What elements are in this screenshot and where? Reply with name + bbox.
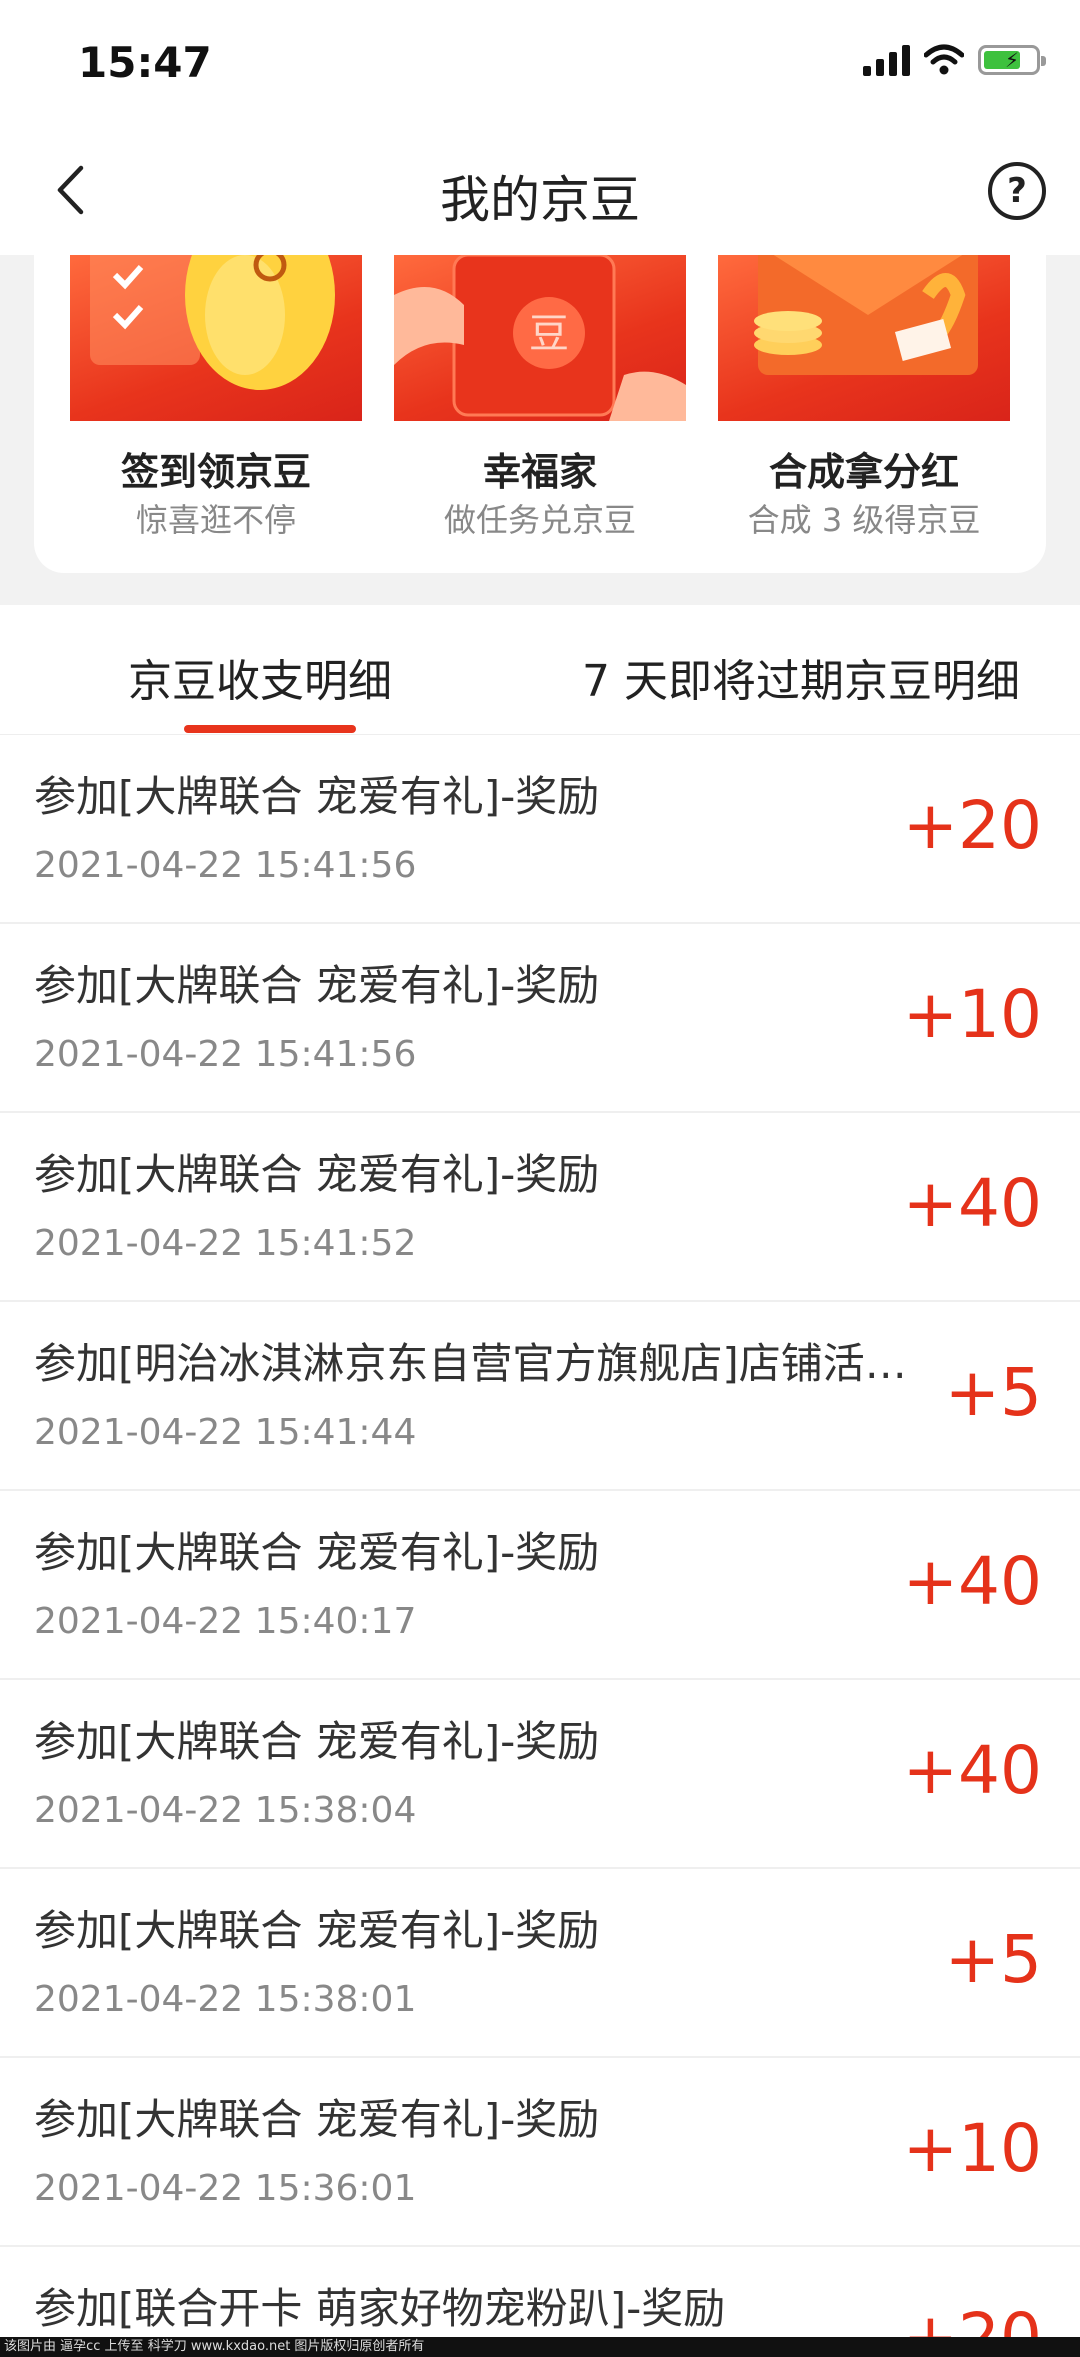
record-title: 参加[联合开卡 萌家好物宠粉趴]-奖励 xyxy=(34,2284,726,2333)
record-amount: +40 xyxy=(902,1165,1042,1242)
detail-tabs: 京豆收支明细 7 天即将过期京豆明细 xyxy=(0,605,1080,735)
record-title: 参加[明治冰淇淋京东自营官方旗舰店]店铺活… xyxy=(34,1339,907,1388)
red-envelope-illustration-icon: 豆 xyxy=(394,255,686,421)
record-amount: +40 xyxy=(902,1543,1042,1620)
record-time: 2021-04-22 15:41:52 xyxy=(34,1223,417,1264)
record-amount: +5 xyxy=(944,1921,1042,1998)
promo-title: 签到领京豆 xyxy=(120,450,311,494)
page-title: 我的京豆 xyxy=(440,171,640,229)
record-title: 参加[大牌联合 宠爱有礼]-奖励 xyxy=(34,1150,600,1199)
bean-records-list: 参加[大牌联合 宠爱有礼]-奖励 2021-04-22 15:41:56 +20… xyxy=(0,735,1080,2357)
status-time: 15:47 xyxy=(78,38,212,87)
record-time: 2021-04-22 15:41:56 xyxy=(34,845,417,886)
record-title: 参加[大牌联合 宠爱有礼]-奖励 xyxy=(34,1906,600,1955)
promo-synthesis[interactable]: 合成拿分红 合成 3 级得京豆 xyxy=(718,255,1010,555)
sign-in-illustration-icon xyxy=(70,255,362,421)
promo-title: 幸福家 xyxy=(482,450,597,494)
status-bar: 15:47 ⚡ xyxy=(0,0,1080,130)
active-tab-indicator xyxy=(184,725,356,733)
record-title: 参加[大牌联合 宠爱有礼]-奖励 xyxy=(34,1528,600,1577)
list-item[interactable]: 参加[大牌联合 宠爱有礼]-奖励 2021-04-22 15:41:56 +20 xyxy=(0,735,1080,924)
promo-subtitle: 合成 3 级得京豆 xyxy=(747,501,981,539)
cellular-signal-icon xyxy=(863,44,910,76)
record-time: 2021-04-22 15:41:44 xyxy=(34,1412,417,1453)
list-item[interactable]: 参加[大牌联合 宠爱有礼]-奖励 2021-04-22 15:41:56 +10 xyxy=(0,924,1080,1113)
list-item[interactable]: 参加[明治冰淇淋京东自营官方旗舰店]店铺活… 2021-04-22 15:41:… xyxy=(0,1302,1080,1491)
record-time: 2021-04-22 15:38:01 xyxy=(34,1979,417,2020)
record-amount: +10 xyxy=(902,976,1042,1053)
promo-card: 签到领京豆 惊喜逛不停 豆 幸福家 做任务兑京豆 合成拿分红 合成 3 级得京豆 xyxy=(34,255,1046,573)
record-title: 参加[大牌联合 宠爱有礼]-奖励 xyxy=(34,961,600,1010)
record-amount: +40 xyxy=(902,1732,1042,1809)
coins-illustration-icon xyxy=(718,255,1010,421)
record-title: 参加[大牌联合 宠爱有礼]-奖励 xyxy=(34,2095,600,2144)
list-item[interactable]: 参加[大牌联合 宠爱有礼]-奖励 2021-04-22 15:38:04 +40 xyxy=(0,1680,1080,1869)
status-icons: ⚡ xyxy=(863,44,1046,76)
record-amount: +20 xyxy=(902,787,1042,864)
record-title: 参加[大牌联合 宠爱有礼]-奖励 xyxy=(34,772,600,821)
list-item[interactable]: 参加[大牌联合 宠爱有礼]-奖励 2021-04-22 15:36:01 +10 xyxy=(0,2058,1080,2247)
record-title: 参加[大牌联合 宠爱有礼]-奖励 xyxy=(34,1717,600,1766)
record-time: 2021-04-22 15:40:17 xyxy=(34,1601,417,1642)
record-time: 2021-04-22 15:41:56 xyxy=(34,1034,417,1075)
wifi-icon xyxy=(924,44,964,75)
tab-expiring-7-days[interactable]: 7 天即将过期京豆明细 xyxy=(582,645,1020,709)
watermark-caption: 该图片由 逼孕cc 上传至 科学刀 www.kxdao.net 图片版权归原创者… xyxy=(0,2337,1080,2357)
record-time: 2021-04-22 15:36:01 xyxy=(34,2168,417,2209)
promo-area: 签到领京豆 惊喜逛不停 豆 幸福家 做任务兑京豆 合成拿分红 合成 3 级得京豆 xyxy=(0,255,1080,605)
record-amount: +10 xyxy=(902,2110,1042,2187)
battery-icon: ⚡ xyxy=(978,45,1046,75)
promo-subtitle: 惊喜逛不停 xyxy=(135,501,296,539)
svg-text:豆: 豆 xyxy=(529,311,569,357)
list-item[interactable]: 参加[大牌联合 宠爱有礼]-奖励 2021-04-22 15:40:17 +40 xyxy=(0,1491,1080,1680)
help-button[interactable]: ? xyxy=(988,162,1046,220)
promo-sign-in[interactable]: 签到领京豆 惊喜逛不停 xyxy=(70,255,362,555)
promo-happy-home[interactable]: 豆 幸福家 做任务兑京豆 xyxy=(394,255,686,555)
record-amount: +5 xyxy=(944,1354,1042,1431)
promo-title: 合成拿分红 xyxy=(768,450,959,494)
promo-subtitle: 做任务兑京豆 xyxy=(443,501,636,539)
record-time: 2021-04-22 15:38:04 xyxy=(34,1790,417,1831)
nav-bar: 我的京豆 ? xyxy=(0,130,1080,255)
list-item[interactable]: 参加[大牌联合 宠爱有礼]-奖励 2021-04-22 15:41:52 +40 xyxy=(0,1113,1080,1302)
tab-income-expense[interactable]: 京豆收支明细 xyxy=(128,645,392,709)
question-mark-icon: ? xyxy=(1007,171,1027,211)
list-item[interactable]: 参加[大牌联合 宠爱有礼]-奖励 2021-04-22 15:38:01 +5 xyxy=(0,1869,1080,2058)
